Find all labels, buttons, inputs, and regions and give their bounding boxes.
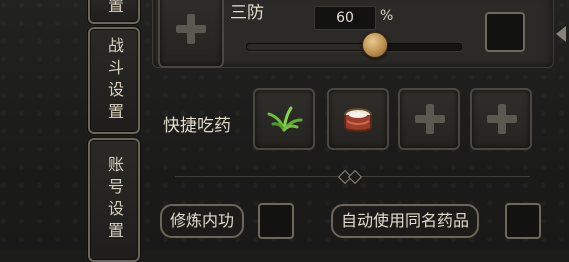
quick-use-label: 快捷吃药 [163,116,231,136]
tab-account-settings-label: 账号设置 [105,156,124,244]
option-auto-potion-button[interactable]: 自动使用同名药品 [331,204,480,238]
defense-slider-track[interactable] [246,43,462,51]
quick-slot-2[interactable] [327,88,389,150]
tab-combat-settings[interactable]: 战斗设置 [88,27,140,134]
option-auto-potion-label: 自动使用同名药品 [341,211,470,230]
defense-item-slot[interactable] [158,0,224,68]
defense-label: 三防 [230,3,264,23]
quick-slot-4[interactable] [470,88,532,150]
tab-partial-label: 置 [105,0,124,19]
plus-icon [160,0,222,66]
tab-partial[interactable]: 置 [88,0,140,24]
defense-slider-fill [247,44,376,50]
percent-unit: % [380,8,394,24]
panel-arrow-icon[interactable] [556,26,566,42]
herb-icon [267,106,303,132]
tab-combat-settings-label: 战斗设置 [105,36,124,125]
option-neigong-checkbox[interactable] [258,203,294,239]
option-neigong-button[interactable]: 修炼内功 [160,204,245,238]
plus-icon [400,90,458,148]
defense-checkbox[interactable] [485,12,525,52]
option-neigong-label: 修炼内功 [170,211,235,230]
drum-icon [344,108,372,132]
quick-slot-3[interactable] [398,88,460,150]
tab-account-settings[interactable]: 账号设置 [88,138,140,262]
defense-percent-input[interactable]: 60 [314,6,376,30]
option-auto-potion-checkbox[interactable] [505,203,541,239]
quick-slot-1[interactable] [253,88,315,150]
plus-icon [472,90,530,148]
